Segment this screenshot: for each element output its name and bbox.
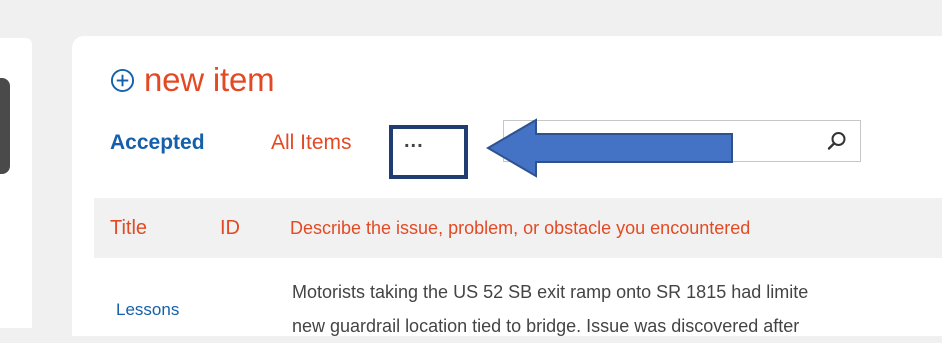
annotation-arrow	[486, 118, 733, 178]
highlight-box	[389, 125, 468, 179]
plus-circle-icon	[110, 68, 135, 92]
tab-all-items[interactable]: All Items	[271, 131, 352, 155]
panel-edge	[0, 78, 10, 174]
search-icon[interactable]	[827, 131, 847, 151]
new-item-label: new item	[144, 61, 275, 98]
table-header: Title ID Describe the issue, problem, or…	[94, 198, 942, 258]
column-description[interactable]: Describe the issue, problem, or obstacle…	[290, 218, 750, 239]
column-id[interactable]: ID	[220, 217, 240, 240]
row-description: Motorists taking the US 52 SB exit ramp …	[292, 275, 808, 343]
tab-accepted[interactable]: Accepted	[110, 131, 205, 155]
row-description-line: new guardrail location tied to bridge. I…	[292, 316, 800, 336]
column-title[interactable]: Title	[110, 217, 147, 240]
row-title-link[interactable]: Lessons	[116, 300, 179, 320]
row-description-line: Motorists taking the US 52 SB exit ramp …	[292, 282, 809, 302]
left-panel	[0, 38, 32, 328]
new-item-button[interactable]: new item	[110, 60, 275, 100]
